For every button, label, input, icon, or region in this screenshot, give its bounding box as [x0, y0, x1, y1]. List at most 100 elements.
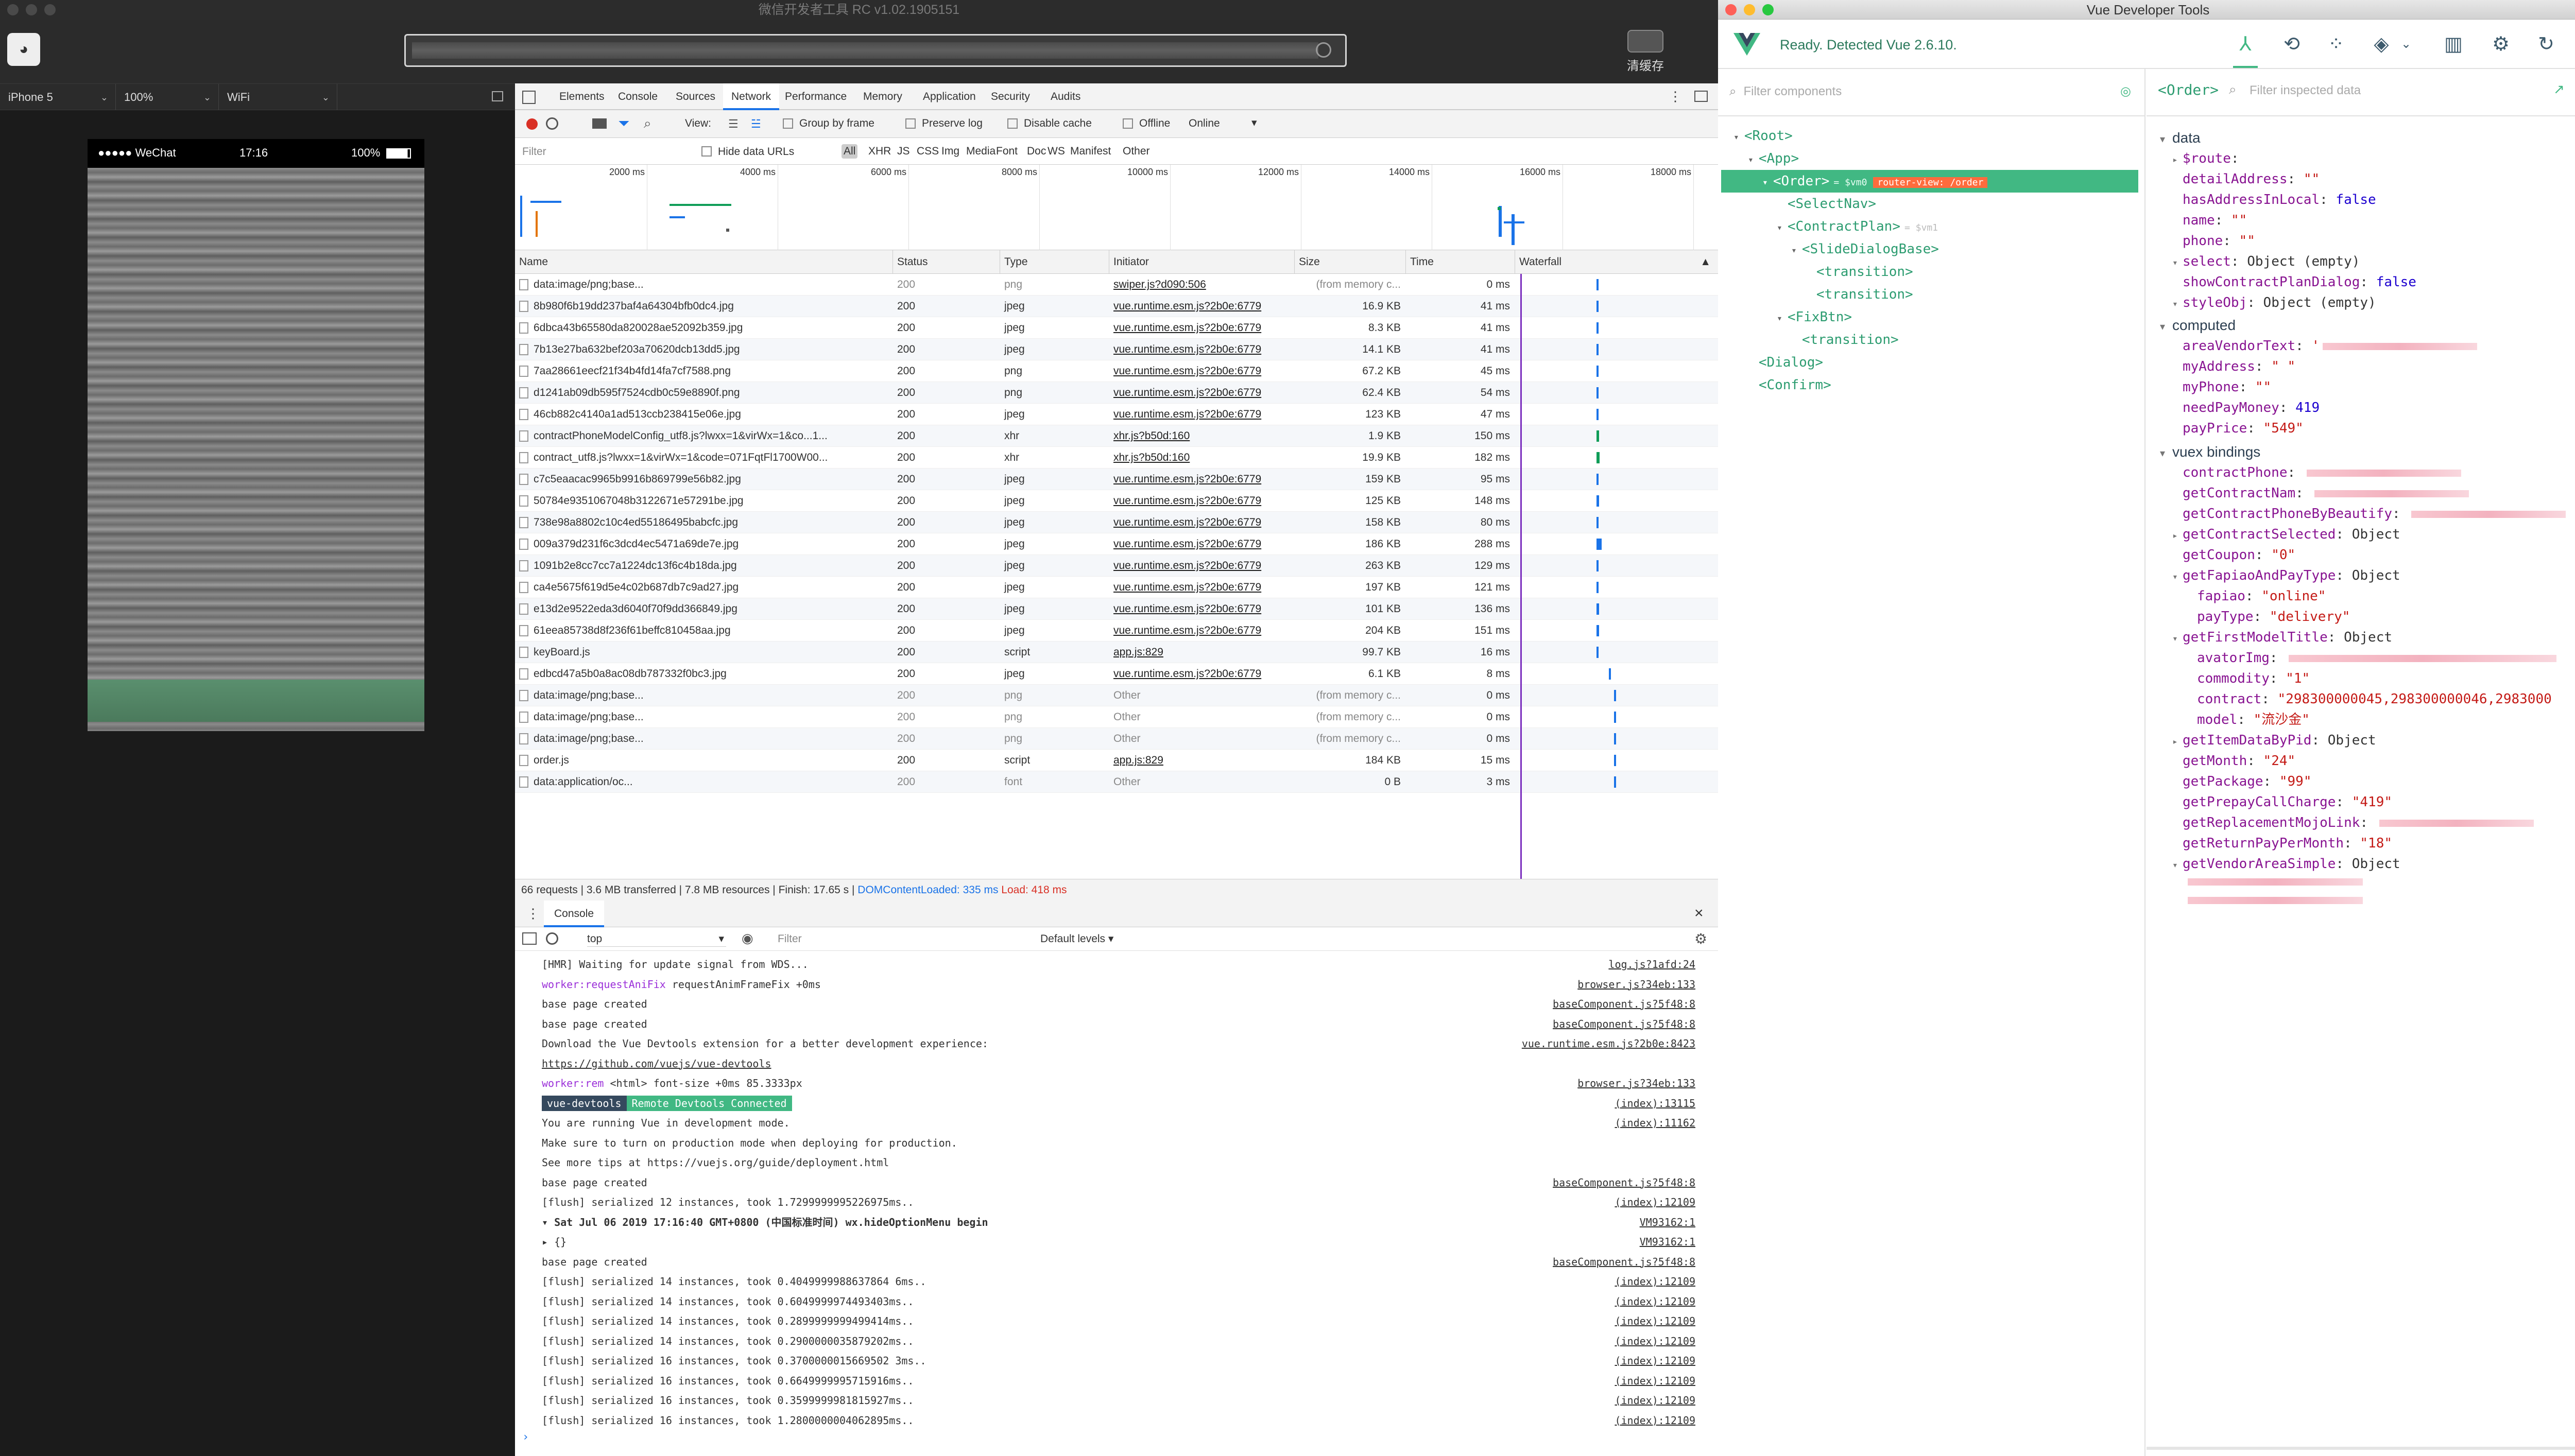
- zoom-select[interactable]: 100% ⌄: [116, 84, 219, 111]
- request-initiator[interactable]: vue.runtime.esm.js?2b0e:6779: [1109, 663, 1295, 685]
- components-tab-icon[interactable]: ⅄: [2233, 32, 2258, 68]
- component-tree-node[interactable]: ▾ <Root>: [1733, 126, 1793, 146]
- inspector-field[interactable]: fapiao: "online": [2187, 586, 2326, 606]
- hide-data-urls-checkbox[interactable]: [701, 146, 712, 157]
- inspector-field[interactable]: showContractPlanDialog: false: [2172, 272, 2416, 292]
- expand-arrow-icon[interactable]: ▾: [2172, 294, 2183, 315]
- request-initiator[interactable]: vue.runtime.esm.js?2b0e:6779: [1109, 469, 1295, 490]
- message-source-link[interactable]: (index):12109: [1615, 1391, 1695, 1410]
- inspector-field[interactable]: getContractNam:: [2172, 483, 2469, 504]
- sort-up-icon[interactable]: ▲: [1700, 250, 1711, 274]
- record-icon[interactable]: [526, 118, 538, 130]
- component-tree-node[interactable]: <transition>: [1806, 262, 1913, 282]
- console-filter-input[interactable]: Filter: [778, 931, 1035, 947]
- vuex-history-icon[interactable]: ⟲: [2279, 32, 2304, 57]
- inspector-field[interactable]: getCoupon: "0": [2172, 545, 2295, 565]
- close-window-button[interactable]: [1725, 4, 1737, 15]
- message-source-link[interactable]: baseComponent.js?5f48:8: [1553, 1173, 1695, 1192]
- inspector-field[interactable]: ▾ getFapiaoAndPayType: Object: [2172, 565, 2400, 586]
- request-row[interactable]: 7b13e27ba632bef203a70620dcb13dd5.jpg 200 j…: [515, 339, 1718, 360]
- type-filter-js[interactable]: JS: [894, 144, 913, 159]
- inspector-field[interactable]: contractPhone:: [2172, 462, 2461, 483]
- component-tree-node[interactable]: <Confirm>: [1748, 375, 1831, 395]
- tab-console[interactable]: Console: [610, 83, 666, 110]
- message-source-link[interactable]: (index):12109: [1615, 1332, 1695, 1350]
- request-row[interactable]: 46cb882c4140a1ad513ccb238415e06e.jpg 200 j…: [515, 404, 1718, 425]
- message-source-link[interactable]: log.js?1afd:24: [1608, 955, 1695, 974]
- expand-arrow-icon[interactable]: ▾: [2160, 448, 2165, 459]
- inspector-field[interactable]: phone: "": [2172, 231, 2255, 251]
- component-tree-node[interactable]: <SelectNav>: [1777, 194, 1876, 214]
- request-row[interactable]: data:image/png;base... 200 png Other (from m…: [515, 728, 1718, 750]
- screenshot-icon[interactable]: [592, 118, 607, 129]
- message-source-link[interactable]: baseComponent.js?5f48:8: [1553, 995, 1695, 1013]
- request-initiator[interactable]: vue.runtime.esm.js?2b0e:6779: [1109, 512, 1295, 533]
- request-initiator[interactable]: vue.runtime.esm.js?2b0e:6779: [1109, 490, 1295, 512]
- settings-gear-icon[interactable]: ⚙: [1694, 930, 1707, 947]
- expand-arrow-icon[interactable]: ▸: [2172, 150, 2183, 170]
- clear-icon[interactable]: [546, 117, 558, 130]
- expand-arrow-icon[interactable]: ▾: [1791, 245, 1797, 256]
- request-initiator[interactable]: vue.runtime.esm.js?2b0e:6779: [1109, 317, 1295, 339]
- expand-arrow-icon[interactable]: ▾: [1762, 177, 1768, 188]
- message-source-link[interactable]: baseComponent.js?5f48:8: [1553, 1253, 1695, 1271]
- console-prompt-icon[interactable]: ›: [522, 1431, 529, 1444]
- message-source-link[interactable]: VM93162:1: [1640, 1213, 1695, 1232]
- clear-console-icon[interactable]: [546, 932, 558, 945]
- tab-audits[interactable]: Audits: [1042, 83, 1089, 110]
- inspector-field[interactable]: ▸ getItemDataByPid: Object: [2172, 730, 2376, 751]
- request-row[interactable]: c7c5eaacac9965b9916b869799e56b82.jpg 200 j…: [515, 469, 1718, 490]
- request-row[interactable]: 8b980f6b19dd237baf4a64304bfb0dc4.jpg 200 j…: [515, 296, 1718, 317]
- type-filter-ws[interactable]: WS: [1044, 144, 1068, 159]
- expand-arrow-icon[interactable]: ▾: [2160, 321, 2165, 333]
- settings-icon[interactable]: ⚙: [2488, 32, 2513, 57]
- column-time[interactable]: Time: [1406, 250, 1515, 274]
- inspector-field[interactable]: ▾ select: Object (empty): [2172, 251, 2360, 272]
- inspector-field[interactable]: contract: "298300000045,298300000046,298…: [2187, 689, 2552, 709]
- column-waterfall[interactable]: Waterfall ▲: [1515, 250, 1718, 274]
- tab-console[interactable]: Console: [544, 900, 605, 927]
- request-initiator[interactable]: vue.runtime.esm.js?2b0e:6779: [1109, 598, 1295, 620]
- waterfall-view-icon[interactable]: ☱: [751, 117, 761, 131]
- type-filter-xhr[interactable]: XHR: [865, 144, 894, 159]
- expand-arrow-icon[interactable]: ▸: [2172, 526, 2183, 546]
- tab-security[interactable]: Security: [983, 83, 1038, 110]
- network-select[interactable]: WiFi ⌄: [219, 84, 337, 111]
- message-source-link[interactable]: (index):12109: [1615, 1372, 1695, 1390]
- type-filter-font[interactable]: Font: [993, 144, 1021, 159]
- chevron-down-icon[interactable]: ⌄: [2394, 32, 2418, 57]
- expand-arrow-icon[interactable]: ▸: [2172, 732, 2183, 752]
- component-tree-node[interactable]: ▾ <ContractPlan> = $vm1: [1777, 216, 1938, 237]
- routing-icon[interactable]: ◈: [2369, 32, 2394, 57]
- component-tree-node[interactable]: ▾ <App>: [1748, 148, 1799, 169]
- request-initiator[interactable]: vue.runtime.esm.js?2b0e:6779: [1109, 533, 1295, 555]
- type-filter-img[interactable]: Img: [938, 144, 963, 159]
- filter-input[interactable]: Filter: [522, 144, 692, 160]
- request-row[interactable]: keyBoard.js 200 script app.js:829 99.7 KB 16 …: [515, 642, 1718, 663]
- inspector-field[interactable]: areaVendorText: ': [2172, 336, 2478, 356]
- request-row[interactable]: order.js 200 script app.js:829 184 KB 15 ms: [515, 750, 1718, 771]
- message-source-link[interactable]: (index):12109: [1615, 1272, 1695, 1291]
- request-row[interactable]: 009a379d231f6c3dcd4ec5471a69de7e.jpg 200 j…: [515, 533, 1718, 555]
- request-initiator[interactable]: vue.runtime.esm.js?2b0e:6779: [1109, 360, 1295, 382]
- maximize-window-button[interactable]: [44, 4, 56, 15]
- request-row[interactable]: data:image/png;base... 200 png swiper.js?d0…: [515, 274, 1718, 296]
- eye-icon[interactable]: ◉: [742, 930, 753, 946]
- inspector-field[interactable]: payType: "delivery": [2187, 606, 2350, 627]
- throttling-select[interactable]: Online: [1189, 117, 1220, 130]
- tab-sources[interactable]: Sources: [667, 83, 724, 110]
- inspector-field[interactable]: getMonth: "24": [2172, 751, 2295, 771]
- target-icon[interactable]: ◎: [2120, 76, 2131, 107]
- blurred-green-button[interactable]: [88, 680, 424, 722]
- request-row[interactable]: d1241ab09db595f7524cdb0c59e8890f.png 200 p…: [515, 382, 1718, 404]
- type-filter-all[interactable]: All: [842, 144, 858, 159]
- tab-application[interactable]: Application: [915, 83, 984, 110]
- message-source-link[interactable]: VM93162:1: [1640, 1233, 1695, 1251]
- tab-elements[interactable]: Elements: [551, 83, 613, 110]
- network-overview-timeline[interactable]: 2000 ms 4000 ms 6000 ms 8000 ms 10000 ms 1200…: [515, 165, 1718, 250]
- inspect-filter-input[interactable]: Filter inspected data: [2250, 83, 2361, 98]
- inspector-field[interactable]: ▾ getVendorAreaSimple: Object: [2172, 854, 2400, 874]
- request-initiator[interactable]: vue.runtime.esm.js?2b0e:6779: [1109, 296, 1295, 317]
- request-initiator[interactable]: swiper.js?d090:506: [1109, 274, 1295, 296]
- expand-arrow-icon[interactable]: ▾: [2160, 134, 2165, 145]
